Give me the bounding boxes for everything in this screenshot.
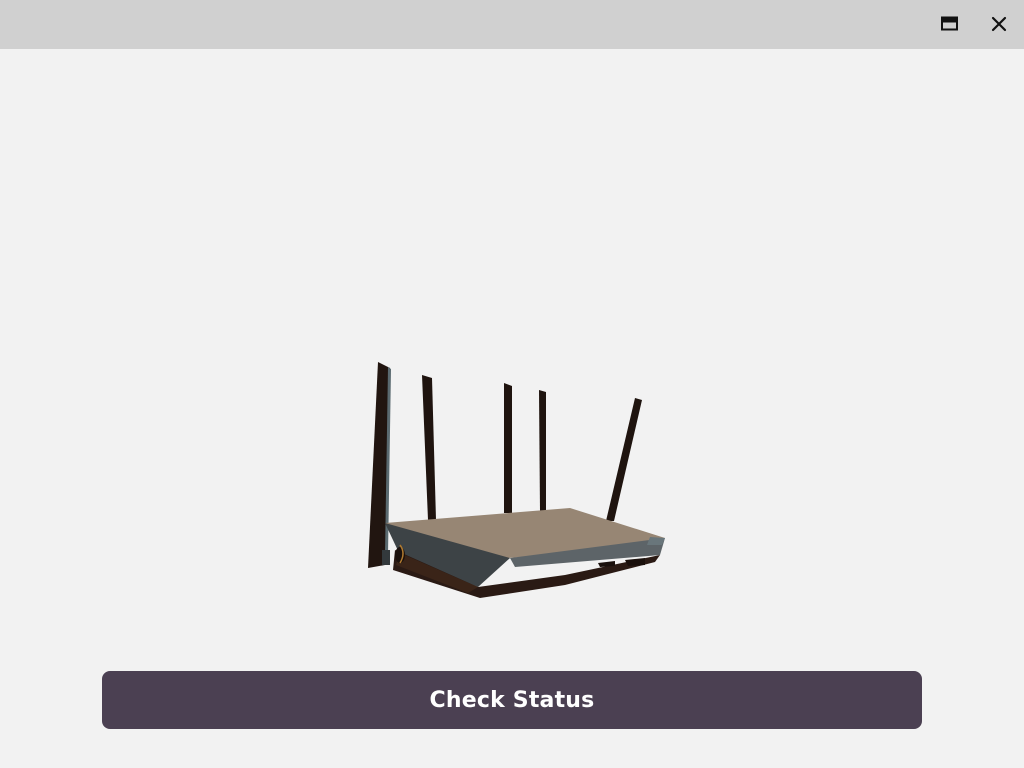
restore-window-icon <box>941 16 958 31</box>
close-icon <box>991 16 1007 32</box>
title-bar <box>0 0 1024 49</box>
restore-window-button[interactable] <box>934 8 966 40</box>
close-window-button[interactable] <box>983 8 1015 40</box>
check-status-button[interactable]: Check Status <box>102 671 922 729</box>
wifi-router-illustration <box>368 362 665 598</box>
